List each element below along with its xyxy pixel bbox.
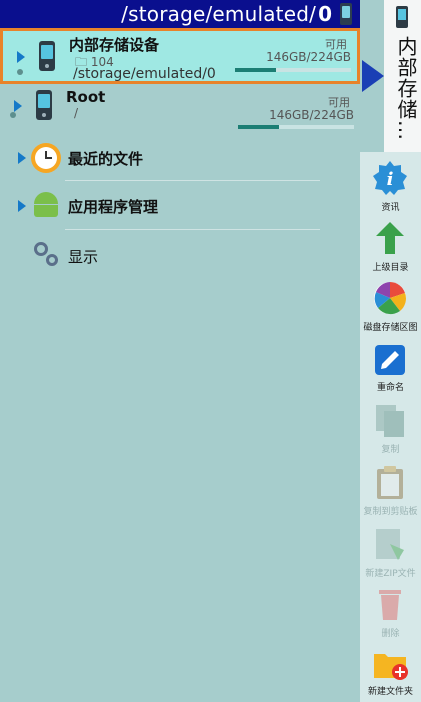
storage-path: /storage/emulated/0 — [73, 66, 216, 82]
tool-label: 重命名 — [376, 383, 404, 393]
current-path: /storage/emulated/ — [121, 2, 317, 26]
phone-icon — [340, 3, 352, 25]
clock-icon — [31, 143, 61, 173]
nav-item-display[interactable]: 显示 — [0, 238, 360, 278]
copy-to-clipboard-button[interactable]: 复制到剪贴板 — [360, 464, 421, 520]
copy-icon — [376, 405, 404, 437]
dot-icon — [17, 69, 23, 75]
expand-arrow-icon[interactable] — [18, 200, 26, 212]
usage-bar-fill — [238, 125, 279, 129]
storage-tab-label: 内部存储… — [394, 36, 418, 141]
usage-bar — [235, 68, 351, 72]
usage-bar-fill — [235, 68, 276, 72]
zip-icon — [376, 529, 404, 560]
expand-arrow-icon[interactable] — [18, 152, 26, 164]
gear-icon — [34, 242, 60, 268]
info-button[interactable]: i 资讯 — [360, 160, 421, 216]
tool-label: 复制到剪贴板 — [363, 507, 418, 517]
dot-icon — [10, 112, 16, 118]
tool-sidebar: i 资讯 上级目录 磁盘存储区图 重命名 复制 复制到剪贴板 新建ZIP文件 删… — [360, 152, 421, 702]
expand-arrow-icon[interactable] — [17, 51, 25, 63]
tool-label: 上级目录 — [372, 263, 409, 273]
nav-item-label: 最近的文件 — [68, 150, 144, 168]
clipboard-icon — [377, 466, 403, 499]
storage-title: 内部存储设备 — [69, 36, 160, 54]
usage-bar — [238, 125, 354, 129]
copy-button[interactable]: 复制 — [360, 402, 421, 458]
android-icon — [32, 192, 60, 217]
new-folder-button[interactable]: 新建文件夹 — [360, 646, 421, 702]
tool-label: 资讯 — [381, 203, 400, 213]
storage-capacity: 146GB/224GB — [266, 50, 351, 64]
expand-arrow-icon[interactable] — [14, 100, 22, 112]
phone-icon — [39, 41, 55, 71]
phone-icon — [36, 90, 52, 120]
storage-tab[interactable]: 内部存储… — [384, 0, 421, 152]
tool-label: 新建文件夹 — [367, 687, 413, 697]
tool-label: 新建ZIP文件 — [365, 569, 416, 579]
phone-icon — [396, 6, 408, 28]
storage-title: Root — [66, 88, 106, 106]
up-directory-button[interactable]: 上级目录 — [360, 220, 421, 276]
tool-label: 磁盘存储区图 — [363, 323, 418, 333]
divider — [65, 180, 320, 181]
pie-chart-icon — [374, 282, 406, 315]
path-bar[interactable]: /storage/emulated/ 0 — [0, 0, 360, 28]
disk-chart-button[interactable]: 磁盘存储区图 — [360, 280, 421, 336]
nav-item-label: 显示 — [68, 248, 99, 266]
storage-capacity: 146GB/224GB — [269, 108, 354, 122]
storage-item-internal[interactable]: 内部存储设备 🗀 104 /storage/emulated/0 可用 146G… — [0, 28, 360, 84]
nav-item-recent-files[interactable]: 最近的文件 — [0, 138, 360, 180]
delete-button[interactable]: 删除 — [360, 586, 421, 642]
rename-button[interactable]: 重命名 — [360, 342, 421, 398]
tab-pointer-icon — [362, 60, 384, 92]
trash-icon — [379, 590, 401, 620]
nav-item-app-manager[interactable]: 应用程序管理 — [0, 188, 360, 230]
tool-label: 删除 — [381, 629, 400, 639]
storage-path: / — [74, 106, 79, 120]
new-zip-button[interactable]: 新建ZIP文件 — [360, 526, 421, 582]
navigation-list: 内部存储设备 🗀 104 /storage/emulated/0 可用 146G… — [0, 28, 360, 702]
nav-item-label: 应用程序管理 — [68, 198, 159, 216]
storage-item-root[interactable]: Root / 可用 146GB/224GB — [0, 88, 360, 134]
svg-text:i: i — [387, 169, 394, 190]
new-folder-icon — [374, 654, 408, 680]
pencil-icon — [375, 345, 405, 375]
info-icon: i — [373, 161, 407, 195]
tool-label: 复制 — [381, 445, 400, 455]
up-arrow-icon — [376, 222, 404, 254]
path-item-count: 0 — [318, 2, 332, 26]
